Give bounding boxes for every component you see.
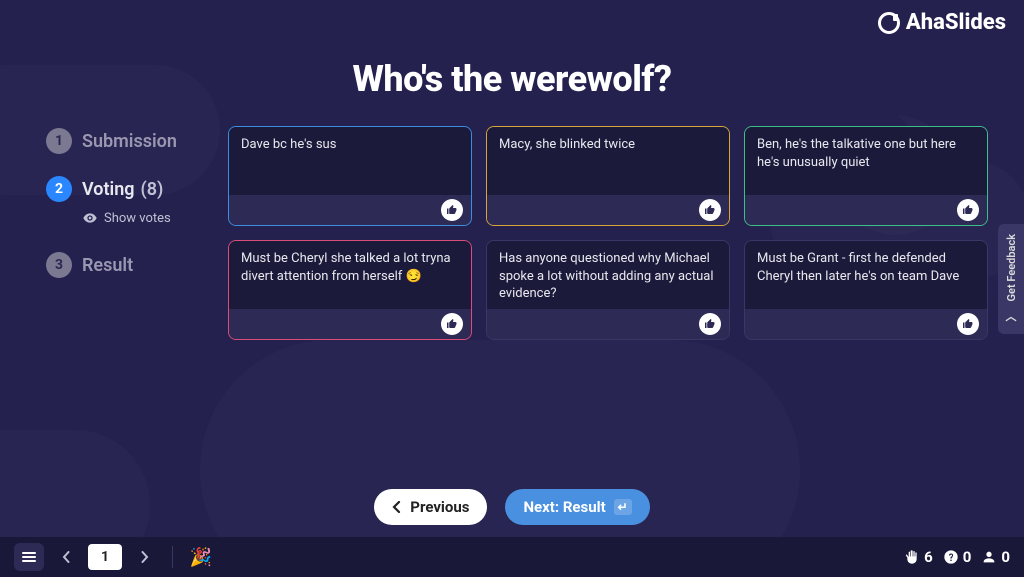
chevron-left-icon bbox=[392, 501, 402, 513]
answer-text: Has anyone questioned why Michael spoke … bbox=[487, 241, 729, 309]
menu-button[interactable] bbox=[14, 543, 44, 571]
card-footer bbox=[487, 309, 729, 339]
questions-count: 0 bbox=[963, 548, 972, 566]
step-voting[interactable]: 2 Voting (8) bbox=[46, 176, 206, 202]
card-footer bbox=[487, 195, 729, 225]
card-footer bbox=[229, 195, 471, 225]
like-button[interactable] bbox=[957, 313, 979, 335]
hands-count: 6 bbox=[924, 548, 933, 566]
like-button[interactable] bbox=[441, 313, 463, 335]
next-slide-button[interactable] bbox=[130, 543, 158, 571]
answer-text: Must be Cheryl she talked a lot tryna di… bbox=[229, 241, 471, 309]
answer-text: Macy, she blinked twice bbox=[487, 127, 729, 195]
thumbs-up-icon bbox=[704, 318, 716, 330]
chevron-left-icon bbox=[62, 551, 71, 563]
next-button[interactable]: Next: Result ↵ bbox=[505, 489, 649, 525]
divider bbox=[172, 546, 173, 568]
brand-logo-icon bbox=[878, 12, 900, 34]
brand-text: AhaSlides bbox=[906, 10, 1006, 35]
card-footer bbox=[745, 195, 987, 225]
confetti-icon: 🎉 bbox=[190, 547, 212, 568]
answer-card[interactable]: Must be Cheryl she talked a lot tryna di… bbox=[228, 240, 472, 340]
hamburger-icon bbox=[22, 552, 36, 562]
participants-count: 0 bbox=[1001, 548, 1010, 566]
step-number: 1 bbox=[46, 128, 72, 154]
page-number[interactable]: 1 bbox=[88, 544, 122, 570]
thumbs-up-icon bbox=[446, 318, 458, 330]
show-votes-label: Show votes bbox=[104, 211, 171, 226]
person-icon bbox=[981, 549, 997, 565]
answer-text: Must be Grant - first he defended Cheryl… bbox=[745, 241, 987, 309]
step-number: 3 bbox=[46, 252, 72, 278]
bottom-bar: 1 🎉 6 0 0 bbox=[0, 537, 1024, 577]
get-feedback-tab[interactable]: Get Feedback ︿ bbox=[998, 224, 1024, 334]
hand-icon bbox=[904, 549, 920, 565]
card-footer bbox=[745, 309, 987, 339]
like-button[interactable] bbox=[699, 313, 721, 335]
voting-count: (8) bbox=[141, 179, 164, 200]
show-votes-toggle[interactable]: Show votes bbox=[82, 210, 206, 226]
card-footer bbox=[229, 309, 471, 339]
participants-stat[interactable]: 0 bbox=[981, 548, 1010, 566]
answer-card[interactable]: Ben, he's the talkative one but here he'… bbox=[744, 126, 988, 226]
slide-title: Who's the werewolf? bbox=[0, 58, 1024, 100]
raised-hands-stat[interactable]: 6 bbox=[904, 548, 933, 566]
answer-card[interactable]: Macy, she blinked twice bbox=[486, 126, 730, 226]
step-label: Voting bbox=[82, 179, 135, 200]
previous-label: Previous bbox=[410, 498, 469, 516]
phase-steps: 1 Submission 2 Voting (8) Show votes 3 R… bbox=[46, 128, 206, 300]
answer-card[interactable]: Has anyone questioned why Michael spoke … bbox=[486, 240, 730, 340]
step-number: 2 bbox=[46, 176, 72, 202]
nav-buttons: Previous Next: Result ↵ bbox=[0, 489, 1024, 525]
like-button[interactable] bbox=[699, 199, 721, 221]
next-label: Next: Result bbox=[523, 498, 605, 516]
answer-card[interactable]: Dave bc he's sus bbox=[228, 126, 472, 226]
answer-text: Dave bc he's sus bbox=[229, 127, 471, 195]
step-submission[interactable]: 1 Submission bbox=[46, 128, 206, 154]
eye-icon bbox=[82, 210, 98, 226]
step-label: Result bbox=[82, 255, 133, 276]
step-result[interactable]: 3 Result bbox=[46, 252, 206, 278]
thumbs-up-icon bbox=[704, 204, 716, 216]
like-button[interactable] bbox=[957, 199, 979, 221]
feedback-label: Get Feedback bbox=[1005, 234, 1018, 301]
answer-card[interactable]: Must be Grant - first he defended Cheryl… bbox=[744, 240, 988, 340]
confetti-button[interactable]: 🎉 bbox=[187, 543, 215, 571]
previous-button[interactable]: Previous bbox=[374, 489, 487, 525]
questions-stat[interactable]: 0 bbox=[943, 548, 972, 566]
chevron-up-icon: ︿ bbox=[1006, 308, 1017, 324]
chevron-right-icon bbox=[140, 551, 149, 563]
like-button[interactable] bbox=[441, 199, 463, 221]
answer-text: Ben, he's the talkative one but here he'… bbox=[745, 127, 987, 195]
thumbs-up-icon bbox=[962, 318, 974, 330]
thumbs-up-icon bbox=[962, 204, 974, 216]
enter-key-icon: ↵ bbox=[614, 499, 632, 515]
thumbs-up-icon bbox=[446, 204, 458, 216]
brand: AhaSlides bbox=[878, 10, 1006, 35]
prev-slide-button[interactable] bbox=[52, 543, 80, 571]
question-icon bbox=[943, 549, 959, 565]
step-label: Submission bbox=[82, 131, 177, 152]
answer-cards-grid: Dave bc he's susMacy, she blinked twiceB… bbox=[228, 126, 988, 340]
